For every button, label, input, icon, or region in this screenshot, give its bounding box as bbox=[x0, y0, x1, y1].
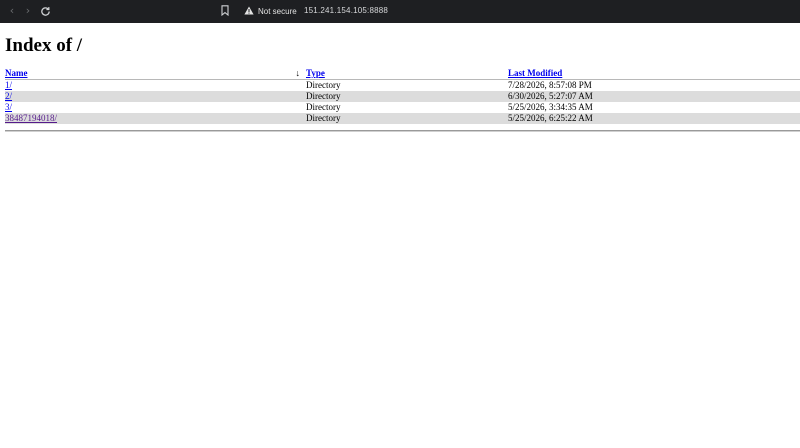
row-name-cell: 2/ bbox=[5, 91, 306, 102]
directory-listing-table: Name ↓ Type Last Modified 1/ Directory 7… bbox=[5, 68, 800, 124]
browser-toolbar: ‹ › Not secure 151.241.154.105:8888 bbox=[0, 0, 800, 23]
security-chip[interactable]: Not secure bbox=[240, 3, 301, 19]
back-arrow-icon[interactable]: ‹ bbox=[5, 4, 19, 18]
header-type: Type bbox=[306, 68, 508, 80]
row-type-cell: Directory bbox=[306, 91, 508, 102]
page-title: Index of / bbox=[5, 35, 83, 56]
sort-by-modified-link[interactable]: Last Modified bbox=[508, 68, 562, 78]
header-last-modified: Last Modified bbox=[508, 68, 800, 80]
header-name: Name ↓ bbox=[5, 68, 306, 80]
directory-link[interactable]: 1/ bbox=[5, 80, 12, 90]
table-header-row: Name ↓ Type Last Modified bbox=[5, 68, 800, 80]
sort-by-name-link[interactable]: Name bbox=[5, 68, 28, 78]
row-name-cell: 38487194018/ bbox=[5, 113, 306, 124]
row-type-cell: Directory bbox=[306, 102, 341, 112]
security-label: Not secure bbox=[258, 6, 297, 16]
warning-icon bbox=[244, 6, 254, 17]
forward-arrow-icon[interactable]: › bbox=[21, 4, 35, 18]
directory-link[interactable]: 2/ bbox=[5, 91, 12, 101]
sort-arrow-icon: ↓ bbox=[295, 68, 301, 78]
table-bottom-rule bbox=[5, 130, 800, 132]
table-row: 1/ Directory 7/28/2026, 8:57:08 PM bbox=[5, 80, 800, 92]
directory-link[interactable]: 3/ bbox=[5, 102, 12, 112]
reload-icon[interactable] bbox=[38, 4, 52, 18]
table-row: 3/ Directory 5/25/2026, 3:34:35 AM bbox=[5, 102, 800, 113]
address-bar-url[interactable]: 151.241.154.105:8888 bbox=[304, 4, 388, 18]
row-modified-cell: 6/30/2026, 5:27:07 AM bbox=[508, 91, 800, 102]
row-name-cell: 1/ bbox=[5, 80, 306, 92]
row-modified-cell: 7/28/2026, 8:57:08 PM bbox=[508, 80, 592, 90]
table-row: 2/ Directory 6/30/2026, 5:27:07 AM bbox=[5, 91, 800, 102]
sort-by-type-link[interactable]: Type bbox=[306, 68, 325, 78]
table-row: 38487194018/ Directory 5/25/2026, 6:25:2… bbox=[5, 113, 800, 124]
page-content: Index of / Name ↓ Type Last Modified 1/ … bbox=[0, 23, 800, 448]
bookmark-icon[interactable] bbox=[221, 5, 229, 17]
row-type-cell: Directory bbox=[306, 113, 508, 124]
row-modified-cell: 5/25/2026, 3:34:35 AM bbox=[508, 102, 593, 112]
directory-link[interactable]: 38487194018/ bbox=[5, 113, 57, 123]
row-type-cell: Directory bbox=[306, 80, 341, 90]
row-name-cell: 3/ bbox=[5, 102, 306, 113]
row-modified-cell: 5/25/2026, 6:25:22 AM bbox=[508, 113, 800, 124]
